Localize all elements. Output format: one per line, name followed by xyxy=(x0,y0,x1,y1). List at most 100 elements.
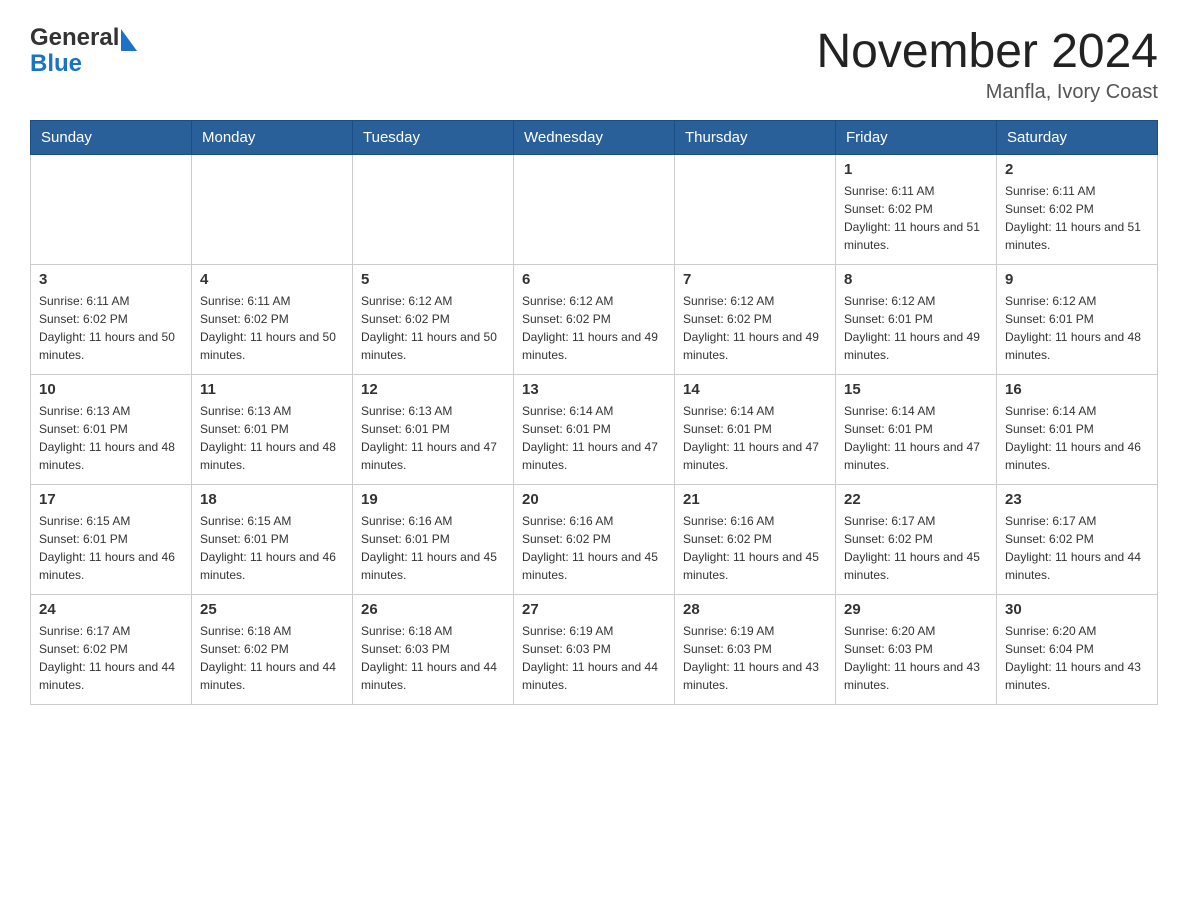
calendar-cell xyxy=(353,155,514,265)
day-number: 2 xyxy=(1005,161,1149,178)
day-number: 5 xyxy=(361,271,505,288)
day-of-week-header: Wednesday xyxy=(514,121,675,155)
day-number: 30 xyxy=(1005,601,1149,618)
week-row: 3 Sunrise: 6:11 AM Sunset: 6:02 PM Daylig… xyxy=(31,265,1158,375)
day-number: 1 xyxy=(844,161,988,178)
calendar-cell: 25 Sunrise: 6:18 AM Sunset: 6:02 PM Dayli… xyxy=(192,595,353,705)
day-number: 24 xyxy=(39,601,183,618)
calendar-cell: 10 Sunrise: 6:13 AM Sunset: 6:01 PM Dayli… xyxy=(31,375,192,485)
logo-blue-text: Blue xyxy=(30,50,82,78)
day-number: 7 xyxy=(683,271,827,288)
day-info: Sunrise: 6:17 AM Sunset: 6:02 PM Dayligh… xyxy=(844,512,988,584)
day-number: 3 xyxy=(39,271,183,288)
calendar-cell: 16 Sunrise: 6:14 AM Sunset: 6:01 PM Dayli… xyxy=(997,375,1158,485)
day-number: 4 xyxy=(200,271,344,288)
day-number: 10 xyxy=(39,381,183,398)
day-info: Sunrise: 6:18 AM Sunset: 6:02 PM Dayligh… xyxy=(200,622,344,694)
day-of-week-header: Friday xyxy=(836,121,997,155)
calendar-cell: 30 Sunrise: 6:20 AM Sunset: 6:04 PM Dayli… xyxy=(997,595,1158,705)
day-number: 16 xyxy=(1005,381,1149,398)
day-info: Sunrise: 6:12 AM Sunset: 6:02 PM Dayligh… xyxy=(683,292,827,364)
calendar-cell: 26 Sunrise: 6:18 AM Sunset: 6:03 PM Dayli… xyxy=(353,595,514,705)
calendar-cell: 19Sunrise: 6:16 AM Sunset: 6:01 PM Dayli… xyxy=(353,485,514,595)
calendar-cell: 29 Sunrise: 6:20 AM Sunset: 6:03 PM Dayli… xyxy=(836,595,997,705)
day-info: Sunrise: 6:15 AM Sunset: 6:01 PM Dayligh… xyxy=(39,512,183,584)
day-info: Sunrise: 6:19 AM Sunset: 6:03 PM Dayligh… xyxy=(522,622,666,694)
logo-general-text: General xyxy=(30,24,119,52)
day-of-week-header: Saturday xyxy=(997,121,1158,155)
calendar-cell: 20 Sunrise: 6:16 AM Sunset: 6:02 PM Dayli… xyxy=(514,485,675,595)
page-header: General Blue November 2024 Manfla, Ivory… xyxy=(30,24,1158,104)
calendar-cell: 5 Sunrise: 6:12 AM Sunset: 6:02 PM Daylig… xyxy=(353,265,514,375)
week-row: 24 Sunrise: 6:17 AM Sunset: 6:02 PM Dayli… xyxy=(31,595,1158,705)
day-info: Sunrise: 6:11 AM Sunset: 6:02 PM Dayligh… xyxy=(844,182,988,254)
day-info: Sunrise: 6:14 AM Sunset: 6:01 PM Dayligh… xyxy=(844,402,988,474)
calendar-cell: 12 Sunrise: 6:13 AM Sunset: 6:01 PM Dayli… xyxy=(353,375,514,485)
calendar-header-row: SundayMondayTuesdayWednesdayThursdayFrid… xyxy=(31,121,1158,155)
day-number: 15 xyxy=(844,381,988,398)
day-info: Sunrise: 6:12 AM Sunset: 6:02 PM Dayligh… xyxy=(361,292,505,364)
day-number: 13 xyxy=(522,381,666,398)
calendar-cell: 2 Sunrise: 6:11 AM Sunset: 6:02 PM Daylig… xyxy=(997,155,1158,265)
calendar-cell: 23Sunrise: 6:17 AM Sunset: 6:02 PM Dayli… xyxy=(997,485,1158,595)
week-row: 10 Sunrise: 6:13 AM Sunset: 6:01 PM Dayli… xyxy=(31,375,1158,485)
day-info: Sunrise: 6:19 AM Sunset: 6:03 PM Dayligh… xyxy=(683,622,827,694)
day-info: Sunrise: 6:13 AM Sunset: 6:01 PM Dayligh… xyxy=(361,402,505,474)
week-row: 17 Sunrise: 6:15 AM Sunset: 6:01 PM Dayli… xyxy=(31,485,1158,595)
day-number: 21 xyxy=(683,491,827,508)
day-info: Sunrise: 6:12 AM Sunset: 6:01 PM Dayligh… xyxy=(1005,292,1149,364)
calendar-table: SundayMondayTuesdayWednesdayThursdayFrid… xyxy=(30,120,1158,705)
day-number: 22 xyxy=(844,491,988,508)
day-info: Sunrise: 6:14 AM Sunset: 6:01 PM Dayligh… xyxy=(522,402,666,474)
calendar-cell: 24 Sunrise: 6:17 AM Sunset: 6:02 PM Dayli… xyxy=(31,595,192,705)
day-info: Sunrise: 6:12 AM Sunset: 6:01 PM Dayligh… xyxy=(844,292,988,364)
calendar-cell: 18 Sunrise: 6:15 AM Sunset: 6:01 PM Dayli… xyxy=(192,485,353,595)
location-title: Manfla, Ivory Coast xyxy=(816,81,1158,104)
day-number: 25 xyxy=(200,601,344,618)
day-info: Sunrise: 6:14 AM Sunset: 6:01 PM Dayligh… xyxy=(1005,402,1149,474)
calendar-cell: 22 Sunrise: 6:17 AM Sunset: 6:02 PM Dayli… xyxy=(836,485,997,595)
day-info: Sunrise: 6:12 AM Sunset: 6:02 PM Dayligh… xyxy=(522,292,666,364)
day-of-week-header: Tuesday xyxy=(353,121,514,155)
day-number: 19 xyxy=(361,491,505,508)
day-info: Sunrise: 6:11 AM Sunset: 6:02 PM Dayligh… xyxy=(1005,182,1149,254)
calendar-cell: 14Sunrise: 6:14 AM Sunset: 6:01 PM Dayli… xyxy=(675,375,836,485)
day-of-week-header: Sunday xyxy=(31,121,192,155)
calendar-cell xyxy=(31,155,192,265)
day-info: Sunrise: 6:18 AM Sunset: 6:03 PM Dayligh… xyxy=(361,622,505,694)
day-number: 9 xyxy=(1005,271,1149,288)
calendar-cell xyxy=(514,155,675,265)
day-number: 20 xyxy=(522,491,666,508)
day-number: 12 xyxy=(361,381,505,398)
day-number: 17 xyxy=(39,491,183,508)
day-number: 18 xyxy=(200,491,344,508)
day-number: 27 xyxy=(522,601,666,618)
day-info: Sunrise: 6:20 AM Sunset: 6:03 PM Dayligh… xyxy=(844,622,988,694)
day-info: Sunrise: 6:20 AM Sunset: 6:04 PM Dayligh… xyxy=(1005,622,1149,694)
calendar-cell: 15 Sunrise: 6:14 AM Sunset: 6:01 PM Dayli… xyxy=(836,375,997,485)
day-info: Sunrise: 6:14 AM Sunset: 6:01 PM Dayligh… xyxy=(683,402,827,474)
calendar-cell: 6 Sunrise: 6:12 AM Sunset: 6:02 PM Daylig… xyxy=(514,265,675,375)
day-number: 26 xyxy=(361,601,505,618)
calendar-cell: 11Sunrise: 6:13 AM Sunset: 6:01 PM Dayli… xyxy=(192,375,353,485)
day-number: 28 xyxy=(683,601,827,618)
day-number: 29 xyxy=(844,601,988,618)
calendar-cell: 1 Sunrise: 6:11 AM Sunset: 6:02 PM Daylig… xyxy=(836,155,997,265)
calendar-cell xyxy=(192,155,353,265)
day-info: Sunrise: 6:13 AM Sunset: 6:01 PM Dayligh… xyxy=(39,402,183,474)
day-info: Sunrise: 6:17 AM Sunset: 6:02 PM Dayligh… xyxy=(39,622,183,694)
day-number: 6 xyxy=(522,271,666,288)
day-info: Sunrise: 6:11 AM Sunset: 6:02 PM Dayligh… xyxy=(39,292,183,364)
day-info: Sunrise: 6:17 AM Sunset: 6:02 PM Dayligh… xyxy=(1005,512,1149,584)
day-info: Sunrise: 6:15 AM Sunset: 6:01 PM Dayligh… xyxy=(200,512,344,584)
calendar-cell: 3 Sunrise: 6:11 AM Sunset: 6:02 PM Daylig… xyxy=(31,265,192,375)
logo-triangle-icon xyxy=(121,29,137,51)
logo: General Blue xyxy=(30,24,137,78)
day-of-week-header: Monday xyxy=(192,121,353,155)
calendar-cell: 8Sunrise: 6:12 AM Sunset: 6:01 PM Daylig… xyxy=(836,265,997,375)
day-info: Sunrise: 6:11 AM Sunset: 6:02 PM Dayligh… xyxy=(200,292,344,364)
calendar-cell: 9 Sunrise: 6:12 AM Sunset: 6:01 PM Daylig… xyxy=(997,265,1158,375)
day-info: Sunrise: 6:13 AM Sunset: 6:01 PM Dayligh… xyxy=(200,402,344,474)
day-info: Sunrise: 6:16 AM Sunset: 6:02 PM Dayligh… xyxy=(522,512,666,584)
week-row: 1 Sunrise: 6:11 AM Sunset: 6:02 PM Daylig… xyxy=(31,155,1158,265)
